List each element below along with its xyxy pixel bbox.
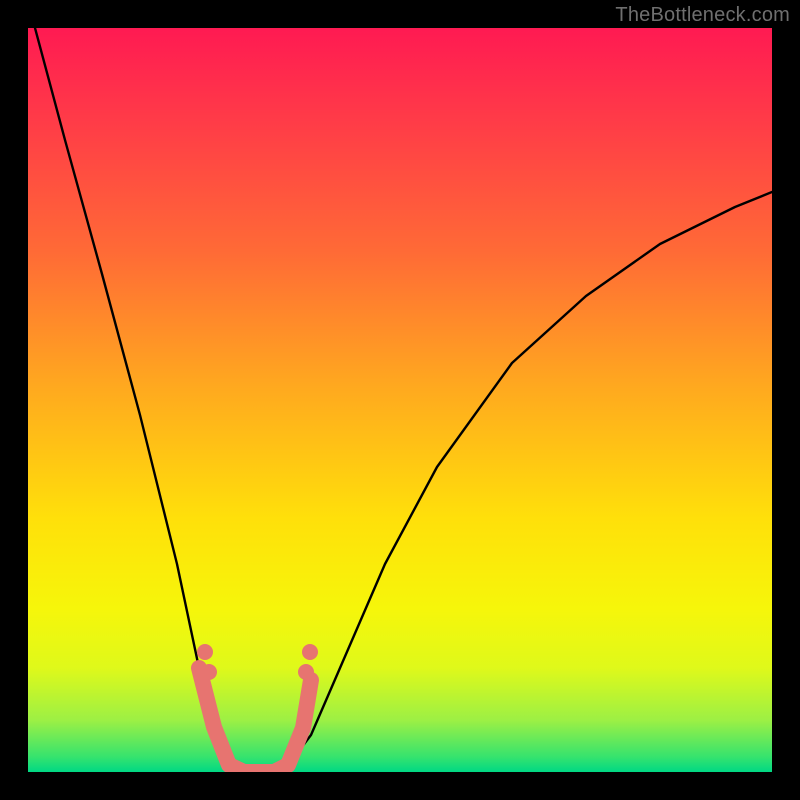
bottleneck-curve [28, 28, 772, 772]
marker-dot [201, 664, 217, 680]
watermark-text: TheBottleneck.com [615, 4, 790, 27]
marker-dot [298, 664, 314, 680]
chart-plot-area [28, 28, 772, 772]
highlight-band [199, 668, 311, 772]
chart-frame: TheBottleneck.com [0, 0, 800, 800]
curve-line [35, 28, 772, 772]
marker-dot [197, 644, 213, 660]
marker-dot [302, 644, 318, 660]
